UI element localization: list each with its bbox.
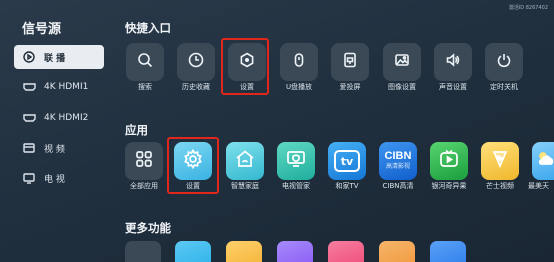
signal-source-sidebar: 信号源 联 播 4K HDMI1 4K HDMI2 视 频 电 视 <box>0 0 110 262</box>
quick-search-label: 搜索 <box>138 83 152 91</box>
app-smart-home[interactable] <box>226 142 264 180</box>
quick-history-button[interactable] <box>177 43 215 81</box>
more-features-title: 更多功能 <box>125 221 171 235</box>
quick-timer-off-label: 定时关机 <box>490 83 518 91</box>
cibn-subtitle: 高清影视 <box>385 163 410 170</box>
quick-usb-label: U盘播放 <box>285 83 313 91</box>
video-app-icon <box>489 148 511 174</box>
source-item-label: 联 播 <box>44 53 66 64</box>
app-smart-home-label: 智慧家庭 <box>231 182 259 190</box>
app-all-apps[interactable] <box>125 142 163 180</box>
more-feature-tile[interactable] <box>277 241 313 262</box>
search-icon <box>137 52 153 72</box>
tv-icon <box>22 171 36 185</box>
more-feature-tile[interactable] <box>328 241 364 262</box>
quick-usb-button[interactable] <box>280 43 318 81</box>
app-hejia-tv-label: 和家TV <box>335 182 359 190</box>
hdmi-icon <box>22 111 36 125</box>
quick-history-label: 历史收藏 <box>182 83 210 91</box>
app-cibn[interactable]: CIBN 高清影视 <box>379 142 417 180</box>
app-weather-label: 最美天 <box>528 182 549 190</box>
speaker-icon <box>445 52 461 72</box>
source-item-lianbo[interactable]: 联 播 <box>14 45 104 69</box>
usb-icon <box>292 52 306 72</box>
app-video-label: 芒士视频 <box>486 182 514 190</box>
sidebar-title: 信号源 <box>22 22 62 37</box>
app-video[interactable] <box>481 142 519 180</box>
gear-icon <box>182 148 204 174</box>
smart-home-icon <box>234 149 256 173</box>
power-icon <box>496 52 512 72</box>
play-icon <box>22 50 36 64</box>
source-item-tv[interactable]: 电 视 <box>14 166 104 190</box>
more-feature-tile[interactable] <box>226 241 262 262</box>
settings-hex-icon <box>239 52 255 72</box>
cast-icon <box>342 52 358 72</box>
quick-image-settings-button[interactable] <box>383 43 421 81</box>
app-all-apps-label: 全部应用 <box>130 182 158 190</box>
quick-image-settings-label: 图像设置 <box>388 83 416 91</box>
source-item-video[interactable]: 视 频 <box>14 136 104 160</box>
source-item-label: 4K HDMI2 <box>44 113 89 123</box>
video-icon <box>22 141 36 155</box>
quick-cast-label: 爱投屏 <box>339 83 361 91</box>
quick-settings-button[interactable] <box>228 43 266 81</box>
quick-sound-settings-button[interactable] <box>434 43 472 81</box>
clock-icon <box>188 52 204 72</box>
app-hejia-tv[interactable]: tv <box>328 142 366 180</box>
app-kiwi-tv-label: 银河奇异果 <box>431 182 467 190</box>
tv-home-screen: 激活ID 8267402 信号源 联 播 4K HDMI1 4K HDMI2 视… <box>0 0 554 262</box>
source-item-label: 4K HDMI1 <box>44 82 89 92</box>
app-weather[interactable] <box>532 142 554 180</box>
source-item-hdmi2[interactable]: 4K HDMI2 <box>14 106 104 130</box>
app-cibn-label: CIBN高清 <box>382 182 414 190</box>
quick-entry-title: 快捷入口 <box>125 21 171 35</box>
more-feature-tile[interactable] <box>430 241 466 262</box>
quick-search-button[interactable] <box>126 43 164 81</box>
more-feature-tile[interactable] <box>379 241 415 262</box>
source-item-label: 电 视 <box>44 174 65 185</box>
image-icon <box>394 52 410 72</box>
more-feature-tile[interactable] <box>175 241 211 262</box>
quick-timer-off-button[interactable] <box>485 43 523 81</box>
grid-icon <box>135 150 153 172</box>
cibn-icon: CIBN <box>384 150 412 162</box>
hdmi-icon <box>22 80 36 94</box>
tv-manager-icon <box>285 149 307 173</box>
quick-cast-button[interactable] <box>331 43 369 81</box>
source-item-label: 视 频 <box>44 144 65 155</box>
apps-title: 应用 <box>125 123 148 137</box>
quick-sound-settings-label: 声音设置 <box>439 83 467 91</box>
device-id-text: 激活ID 8267402 <box>508 5 548 11</box>
app-kiwi-tv[interactable] <box>430 142 468 180</box>
weather-icon <box>536 150 554 172</box>
app-settings[interactable] <box>174 142 212 180</box>
hejia-tv-icon: tv <box>334 150 360 172</box>
app-settings-label: 设置 <box>186 182 200 190</box>
more-feature-tile[interactable] <box>125 241 161 262</box>
quick-settings-label: 设置 <box>240 83 254 91</box>
app-tv-manager[interactable] <box>277 142 315 180</box>
app-tv-manager-label: 电视管家 <box>282 182 310 190</box>
source-item-hdmi1[interactable]: 4K HDMI1 <box>14 75 104 99</box>
kiwi-tv-icon <box>438 148 460 174</box>
